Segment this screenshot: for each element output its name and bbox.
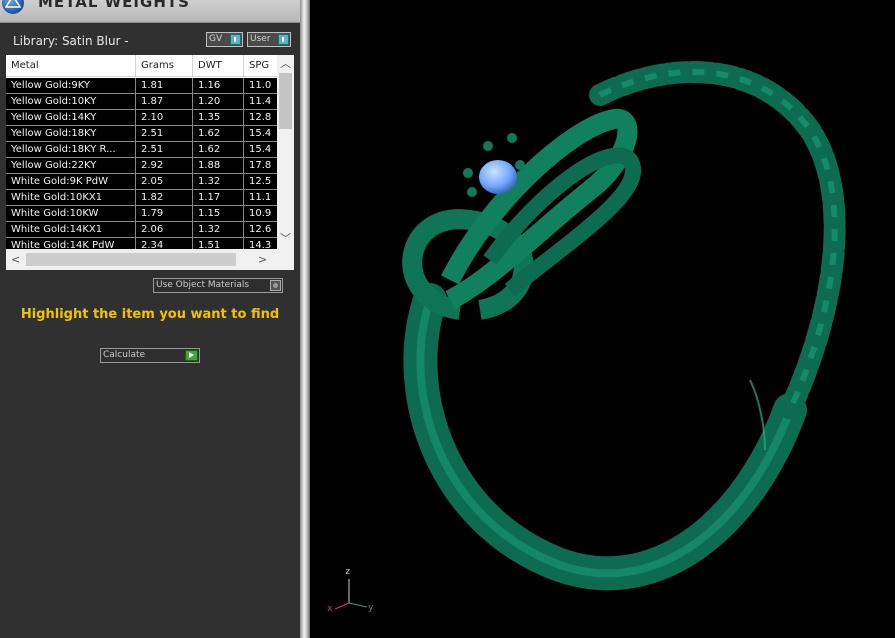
- dwt-cell: 1.16: [193, 78, 244, 94]
- use-object-materials-dropdown[interactable]: Use Object Materials: [153, 278, 283, 293]
- dwt-cell: 1.62: [193, 142, 244, 158]
- metal-cell: White Gold:9K PdW: [6, 174, 136, 190]
- metal-cell: Yellow Gold:14KY: [6, 110, 136, 126]
- grams-cell: 2.51: [136, 126, 193, 142]
- metal-cell: Yellow Gold:10KY: [6, 94, 136, 110]
- spg-cell: 12.8: [249, 112, 272, 123]
- metal-cell: White Gold:14KX1: [6, 222, 136, 238]
- dwt-cell: 1.32: [193, 222, 244, 238]
- horizontal-scroll-thumb[interactable]: [26, 253, 236, 266]
- toggle-indicator-icon: [230, 34, 241, 45]
- grams-cell: 2.51: [136, 142, 193, 158]
- grams-cell: 2.06: [136, 222, 193, 238]
- ring-shank: [403, 283, 807, 591]
- table-body: Metal Grams DWT SPG Yellow Gold:9KY 1.81 1…: [6, 55, 277, 249]
- grams-cell: 2.92: [136, 158, 193, 174]
- dwt-cell: 1.20: [193, 94, 244, 110]
- column-header-metal[interactable]: Metal: [6, 55, 136, 77]
- dwt-cell: 1.51: [193, 238, 244, 249]
- spg-cell: 15.4: [249, 128, 272, 139]
- user-toggle-label: User: [250, 34, 271, 44]
- spg-cell: 17.8: [249, 160, 272, 171]
- panel-splitter[interactable]: [300, 0, 310, 638]
- instruction-message: Highlight the item you want to find: [20, 307, 280, 322]
- app-logo-icon: [2, 0, 24, 14]
- table-row[interactable]: Yellow Gold:18KY R... 2.51 1.62 15.4: [6, 142, 277, 158]
- metal-cell: Yellow Gold:22KY: [6, 158, 136, 174]
- axis-gizmo: [334, 579, 368, 610]
- metal-cell: Yellow Gold:18KY R...: [6, 142, 136, 158]
- table-row[interactable]: White Gold:10KW 1.79 1.15 10.9: [6, 206, 277, 222]
- axis-z-label: z: [345, 567, 351, 577]
- spg-cell: 12.5: [249, 176, 272, 187]
- vertical-scroll-thumb[interactable]: [279, 73, 292, 129]
- metal-cell: White Gold:10KX1: [6, 190, 136, 206]
- spg-cell: 12.6: [249, 224, 272, 235]
- grams-cell: 2.05: [136, 174, 193, 190]
- scroll-down-icon[interactable]: ﹀: [280, 233, 291, 244]
- axis-y-label: y: [368, 603, 374, 613]
- grams-cell: 2.34: [136, 238, 193, 249]
- horizontal-scrollbar[interactable]: < >: [6, 249, 294, 270]
- gemstone: [479, 160, 517, 194]
- grams-cell: 1.87: [136, 94, 193, 110]
- vertical-scrollbar[interactable]: ︿ ﹀: [277, 55, 294, 249]
- library-label: Library: Satin Blur -: [13, 34, 129, 48]
- table-row[interactable]: Yellow Gold:9KY 1.81 1.16 11.0: [6, 78, 277, 94]
- calculate-label: Calculate: [103, 350, 146, 360]
- user-toggle[interactable]: User: [247, 32, 291, 47]
- panel-titlebar: METAL WEIGHTS: [0, 0, 300, 23]
- spg-cell: 11.1: [249, 192, 272, 203]
- axis-x-label: x: [327, 604, 333, 614]
- column-header-spg[interactable]: SPG: [244, 55, 277, 77]
- panel-title: METAL WEIGHTS: [38, 0, 190, 11]
- table-row[interactable]: Yellow Gold:18KY 2.51 1.62 15.4: [6, 126, 277, 142]
- grams-cell: 2.10: [136, 110, 193, 126]
- spg-cell: 15.4: [249, 144, 272, 155]
- spg-cell: 10.9: [249, 208, 272, 219]
- metal-weights-panel: METAL WEIGHTS Library: Satin Blur - GV U…: [0, 0, 300, 638]
- metal-cell: Yellow Gold:18KY: [6, 126, 136, 142]
- spg-cell: 11.4: [249, 96, 272, 107]
- grams-cell: 1.79: [136, 206, 193, 222]
- table-row[interactable]: White Gold:14K PdW 2.34 1.51 14.3: [6, 238, 277, 249]
- table-row[interactable]: White Gold:14KX1 2.06 1.32 12.6: [6, 222, 277, 238]
- gv-toggle-label: GV: [209, 34, 223, 44]
- dwt-cell: 1.35: [193, 110, 244, 126]
- dropdown-toggle-icon: [270, 280, 281, 291]
- scroll-left-icon[interactable]: <: [11, 254, 20, 265]
- column-header-grams[interactable]: Grams: [136, 55, 193, 77]
- table-row[interactable]: Yellow Gold:10KY 1.87 1.20 11.4: [6, 94, 277, 110]
- 3d-viewport[interactable]: z x y: [310, 0, 895, 638]
- metal-cell: Yellow Gold:9KY: [6, 78, 136, 94]
- dwt-cell: 1.17: [193, 190, 244, 206]
- dwt-cell: 1.62: [193, 126, 244, 142]
- table-row[interactable]: Yellow Gold:14KY 2.10 1.35 12.8: [6, 110, 277, 126]
- dwt-cell: 1.32: [193, 174, 244, 190]
- dwt-cell: 1.15: [193, 206, 244, 222]
- column-header-dwt[interactable]: DWT: [193, 55, 244, 77]
- grams-cell: 1.82: [136, 190, 193, 206]
- calculate-button[interactable]: Calculate: [100, 348, 200, 363]
- metal-cell: White Gold:10KW: [6, 206, 136, 222]
- ring-model[interactable]: [310, 0, 895, 638]
- metal-weights-table: Metal Grams DWT SPG Yellow Gold:9KY 1.81 1…: [6, 55, 294, 270]
- metal-cell: White Gold:14K PdW: [6, 238, 136, 249]
- gv-toggle[interactable]: GV: [206, 32, 243, 47]
- table-row[interactable]: Yellow Gold:22KY 2.92 1.88 17.8: [6, 158, 277, 174]
- toggle-indicator-icon: [278, 34, 289, 45]
- table-row[interactable]: White Gold:10KX1 1.82 1.17 11.1: [6, 190, 277, 206]
- use-object-materials-label: Use Object Materials: [156, 280, 250, 290]
- scroll-up-icon[interactable]: ︿: [280, 58, 291, 69]
- scroll-right-icon[interactable]: >: [258, 254, 267, 265]
- grams-cell: 1.81: [136, 78, 193, 94]
- play-icon: [185, 350, 198, 361]
- spg-cell: 11.0: [249, 80, 272, 91]
- dwt-cell: 1.88: [193, 158, 244, 174]
- table-row[interactable]: White Gold:9K PdW 2.05 1.32 12.5: [6, 174, 277, 190]
- spg-cell: 14.3: [249, 240, 272, 249]
